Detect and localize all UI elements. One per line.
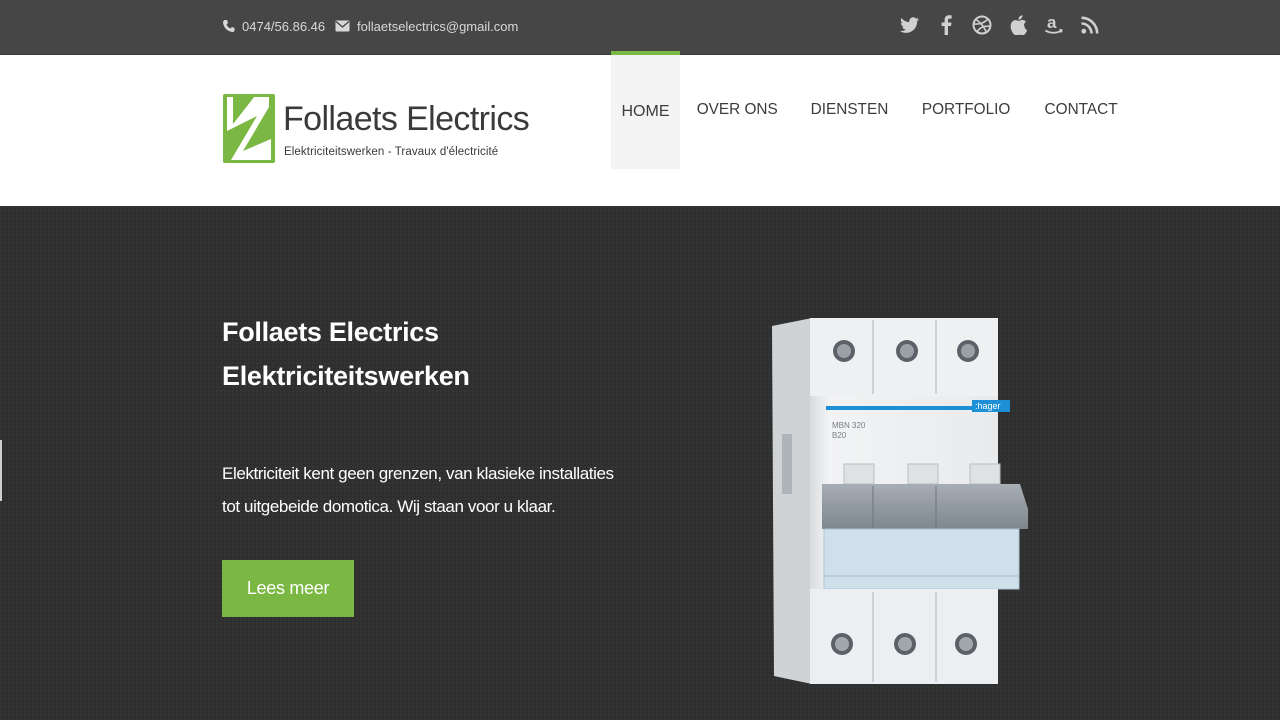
nav-item-over-ons[interactable]: OVER ONS <box>682 51 792 169</box>
hero-title: Follaets Electrics Elektriciteitswerken <box>222 310 470 398</box>
rss-icon[interactable] <box>1078 12 1102 38</box>
logo-title: Follaets Electrics <box>283 100 530 138</box>
hero-section: Follaets Electrics Elektriciteitswerken … <box>0 206 1280 720</box>
logo-subtitle: Elektriciteitswerken - Travaux d'électri… <box>284 146 499 158</box>
nav-item-home[interactable]: HOME <box>611 51 680 169</box>
envelope-icon <box>335 20 350 32</box>
read-more-button[interactable]: Lees meer <box>222 560 354 617</box>
social-links: a <box>898 12 1102 38</box>
phone-contact[interactable]: 0474/56.86.46 <box>222 0 325 52</box>
phone-number: 0474/56.86.46 <box>242 18 326 34</box>
logo[interactable]: Follaets Electrics Elektriciteitswerken … <box>223 94 530 164</box>
email-address: follaetselectrics@gmail.com <box>357 18 519 34</box>
main-nav: HOME OVER ONS DIENSTEN PORTFOLIO CONTACT <box>611 51 1134 169</box>
apple-icon[interactable] <box>1006 12 1030 38</box>
phone-icon <box>222 19 235 33</box>
product-model: MBN 320 <box>832 421 866 430</box>
nav-item-contact[interactable]: CONTACT <box>1030 51 1132 169</box>
svg-text:a: a <box>1047 14 1057 32</box>
email-contact[interactable]: follaetselectrics@gmail.com <box>335 0 518 52</box>
twitter-icon[interactable] <box>898 12 922 38</box>
product-rating: B20 <box>832 431 847 440</box>
amazon-icon[interactable]: a <box>1042 12 1066 38</box>
nav-item-portfolio[interactable]: PORTFOLIO <box>908 51 1025 169</box>
product-brand: :hager <box>975 401 1001 411</box>
dribbble-icon[interactable] <box>970 12 994 38</box>
nav-item-diensten[interactable]: DIENSTEN <box>797 51 903 169</box>
circuit-breaker-image: :hager MBN 320 B20 <box>772 318 1028 684</box>
site-header: Follaets Electrics Elektriciteitswerken … <box>0 51 1280 206</box>
hero-title-line-1: Follaets Electrics <box>222 317 439 347</box>
hero-text: Elektriciteit kent geen grenzen, van kla… <box>222 464 614 516</box>
hero-title-line-2: Elektriciteitswerken <box>222 361 470 391</box>
facebook-icon[interactable] <box>934 12 958 38</box>
lightning-logo-icon <box>223 94 275 163</box>
side-tab[interactable] <box>0 440 2 501</box>
top-bar: 0474/56.86.46 follaetselectrics@gmail.co… <box>0 0 1280 55</box>
